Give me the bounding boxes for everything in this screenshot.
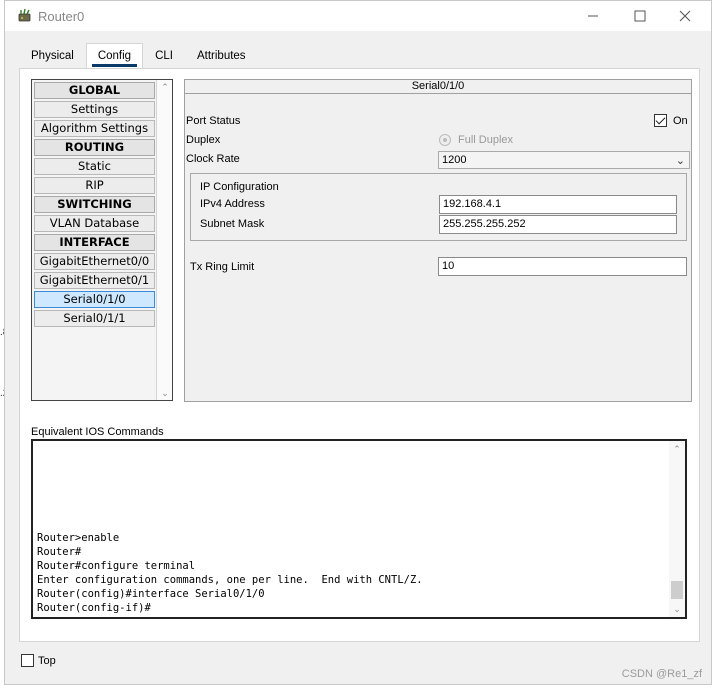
sidebar-item-gigabitethernet0-0[interactable]: GigabitEthernet0/0: [34, 253, 155, 270]
minimize-icon: [588, 15, 598, 17]
clock-rate-value: 1200: [442, 154, 467, 166]
router-app-icon: [18, 8, 31, 22]
scroll-down-icon[interactable]: ⌄: [157, 386, 173, 400]
sidebar-item-static[interactable]: Static: [34, 158, 155, 175]
close-button[interactable]: [667, 5, 703, 27]
ipv4-address-input[interactable]: 192.168.4.1: [439, 195, 677, 214]
scroll-up-icon[interactable]: ⌃: [669, 442, 685, 456]
close-icon: [679, 10, 691, 22]
maximize-button[interactable]: [622, 5, 658, 27]
subnet-mask-label: Subnet Mask: [200, 218, 265, 230]
tab-config[interactable]: Config: [85, 43, 144, 69]
console-line: Router>enable: [37, 532, 120, 544]
watermark: CSDN @Re1_zf: [621, 668, 702, 680]
console-line: Enter configuration commands, one per li…: [37, 574, 423, 586]
minimize-button[interactable]: [575, 5, 611, 27]
sidebar-item-settings[interactable]: Settings: [34, 101, 155, 118]
console-line: Router(config-if)#: [37, 602, 151, 614]
full-duplex-radio[interactable]: [439, 134, 451, 146]
tx-ring-limit-label: Tx Ring Limit: [190, 261, 255, 273]
ios-commands-console[interactable]: Router>enable Router# Router#configure ter…: [31, 439, 687, 619]
title-bar[interactable]: Router0: [5, 1, 711, 31]
sidebar-item-vlan-database[interactable]: VLAN Database: [34, 215, 155, 232]
tab-bar: Physical Config CLI Attributes: [19, 43, 258, 69]
interface-detail-panel: Serial0/1/0 Port Status On Duplex Full D…: [184, 79, 692, 402]
chevron-down-icon: ⌄: [675, 155, 685, 167]
clock-rate-select[interactable]: 1200 ⌄: [438, 151, 690, 169]
clock-rate-label: Clock Rate: [186, 153, 240, 165]
sidebar-item-serial0-1-0[interactable]: Serial0/1/0: [34, 291, 155, 308]
sidebar-header-routing: ROUTING: [34, 139, 155, 156]
ipv4-address-label: IPv4 Address: [200, 198, 265, 210]
interface-title: Serial0/1/0: [185, 80, 691, 94]
sidebar-header-interface: INTERFACE: [34, 234, 155, 251]
window-title: Router0: [38, 9, 85, 24]
console-scrollbar[interactable]: ⌃ ⌄: [669, 441, 685, 617]
tab-physical[interactable]: Physical: [19, 43, 86, 69]
sidebar-list: GLOBAL Settings Algorithm Settings ROUTI…: [33, 81, 156, 329]
full-duplex-label: Full Duplex: [458, 134, 514, 146]
config-panel: GLOBAL Settings Algorithm Settings ROUTI…: [19, 68, 700, 642]
config-sidebar: GLOBAL Settings Algorithm Settings ROUTI…: [31, 79, 173, 401]
sidebar-item-rip[interactable]: RIP: [34, 177, 155, 194]
sidebar-scrollbar[interactable]: ⌃ ⌄: [156, 80, 172, 400]
tx-ring-limit-input[interactable]: 10: [438, 257, 687, 276]
console-line: Router(config)#interface Serial0/1/0: [37, 588, 265, 600]
sidebar-header-global: GLOBAL: [34, 82, 155, 99]
sidebar-header-switching: SWITCHING: [34, 196, 155, 213]
scroll-up-icon[interactable]: ⌃: [157, 80, 173, 94]
sidebar-item-gigabitethernet0-1[interactable]: GigabitEthernet0/1: [34, 272, 155, 289]
top-checkbox[interactable]: [21, 654, 34, 667]
console-line: Router#configure terminal: [37, 560, 196, 572]
sidebar-item-algorithm-settings[interactable]: Algorithm Settings: [34, 120, 155, 137]
port-status-checkbox[interactable]: [654, 114, 667, 127]
equivalent-ios-commands-label: Equivalent IOS Commands: [31, 426, 164, 438]
scroll-down-icon[interactable]: ⌄: [669, 602, 685, 616]
ip-configuration-group: IP Configuration IPv4 Address 192.168.4.…: [190, 173, 687, 241]
duplex-label: Duplex: [186, 134, 221, 146]
top-label: Top: [38, 655, 56, 667]
tab-cli[interactable]: CLI: [143, 43, 185, 69]
ip-configuration-title: IP Configuration: [200, 181, 279, 193]
port-status-on-label: On: [673, 115, 688, 127]
console-scroll-thumb[interactable]: [671, 581, 683, 599]
port-status-label: Port Status: [186, 115, 241, 127]
console-line: Router#: [37, 546, 82, 558]
sidebar-item-serial0-1-1[interactable]: Serial0/1/1: [34, 310, 155, 327]
tab-attributes[interactable]: Attributes: [184, 43, 258, 69]
maximize-icon: [634, 10, 646, 22]
subnet-mask-input[interactable]: 255.255.255.252: [439, 215, 677, 234]
console-output: Router>enable Router# Router#configure ter…: [37, 531, 423, 615]
router-config-window: Router0 Physical Config CLI Attributes G…: [4, 0, 712, 685]
